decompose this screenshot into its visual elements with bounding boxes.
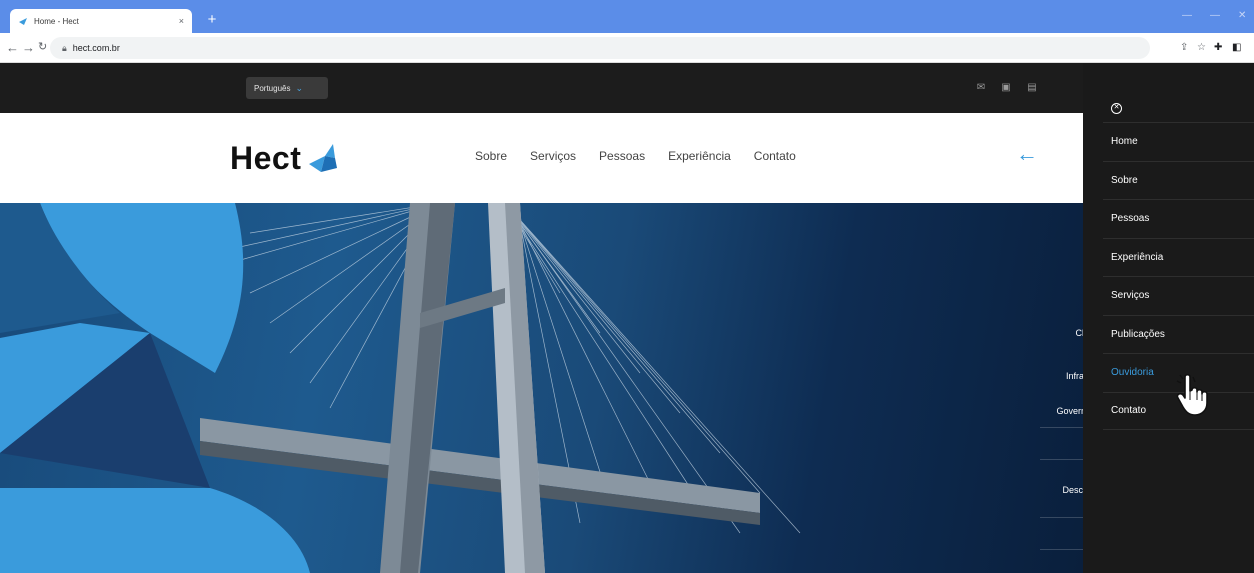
hero-divider — [1040, 459, 1083, 460]
hero-divider — [1040, 427, 1083, 428]
hect-logo[interactable]: Hect — [230, 135, 341, 181]
hero-banner: Clai Infrast Governa Descor — [0, 203, 1083, 573]
nav-link-servicos[interactable]: Serviços — [530, 149, 576, 163]
side-menu-item-experiencia[interactable]: Experiência — [1103, 237, 1254, 277]
side-menu-item-sobre[interactable]: Sobre — [1103, 160, 1254, 200]
facebook-icon[interactable]: ▣ — [1000, 82, 1012, 94]
minimize-icon[interactable]: — — [1182, 10, 1192, 21]
browser-tab[interactable]: Home - Hect × — [10, 9, 192, 33]
nav-link-experiencia[interactable]: Experiência — [668, 149, 731, 163]
address-bar[interactable]: 🔒︎ hect.com.br — [50, 37, 1150, 59]
hero-line-3: Governa — [1056, 406, 1083, 416]
chevron-down-icon: ⌄ — [295, 82, 304, 93]
hero-line-2: Infrast — [1065, 371, 1083, 381]
maximize-icon[interactable]: — — [1210, 10, 1220, 21]
hero-line-1: Clai — [1075, 328, 1083, 338]
site-top-bar: Português ⌄ ✉ ▣ ▤ — [0, 63, 1254, 113]
browser-toolbar: ← → ↻ 🔒︎ hect.com.br ⇪ ☆ ✚ ◧ — [0, 33, 1254, 63]
close-menu-icon[interactable]: ✕ — [1111, 103, 1122, 114]
share-icon[interactable]: ⇪ — [1180, 42, 1188, 53]
side-menu-item-home[interactable]: Home — [1103, 122, 1254, 161]
arrow-left-icon[interactable]: ← — [1016, 141, 1038, 167]
tab-close-icon[interactable]: × — [179, 16, 184, 26]
hero-line-4: Descor — [1062, 485, 1083, 495]
hand-pointer-cursor-icon — [1176, 373, 1208, 416]
hero-divider — [1040, 517, 1083, 518]
extensions-icon[interactable]: ✚ — [1214, 42, 1222, 53]
site-header: Hect Sobre Serviços Pessoas Experiência … — [0, 113, 1083, 203]
nav-link-sobre[interactable]: Sobre — [475, 149, 507, 163]
nav-link-pessoas[interactable]: Pessoas — [599, 149, 645, 163]
linkedin-icon[interactable]: ▤ — [1026, 82, 1038, 94]
reload-icon[interactable]: ↻ — [38, 40, 47, 55]
language-label: Português — [254, 83, 291, 93]
email-icon[interactable]: ✉ — [975, 82, 987, 94]
browser-tab-strip: Home - Hect × + — — ✕ — [0, 0, 1254, 33]
logo-text: Hect — [230, 139, 302, 176]
logo-mark-icon — [309, 144, 338, 172]
nav-link-contato[interactable]: Contato — [754, 149, 796, 163]
back-icon[interactable]: ← — [6, 40, 19, 55]
window-close-icon[interactable]: ✕ — [1238, 10, 1246, 21]
sidebar-icon[interactable]: ◧ — [1232, 42, 1241, 53]
new-tab-button[interactable]: + — [203, 11, 221, 29]
language-select[interactable]: Português ⌄ — [246, 77, 328, 99]
side-menu-item-publicacoes[interactable]: Publicações — [1103, 314, 1254, 354]
hero-divider — [1040, 549, 1083, 550]
main-nav: Sobre Serviços Pessoas Experiência Conta… — [475, 149, 819, 163]
tab-title: Home - Hect — [34, 16, 79, 26]
side-menu-panel: ✕ Home Sobre Pessoas Experiência Serviço… — [1083, 63, 1254, 573]
side-menu-item-pessoas[interactable]: Pessoas — [1103, 199, 1254, 238]
url-text: hect.com.br — [72, 43, 120, 53]
site-favicon-icon — [19, 18, 27, 25]
hero-background-image — [0, 203, 801, 573]
forward-icon[interactable]: → — [22, 40, 35, 55]
bookmark-star-icon[interactable]: ☆ — [1197, 42, 1206, 53]
lock-icon: 🔒︎ — [62, 42, 67, 53]
side-menu-item-servicos[interactable]: Serviços — [1103, 276, 1254, 315]
